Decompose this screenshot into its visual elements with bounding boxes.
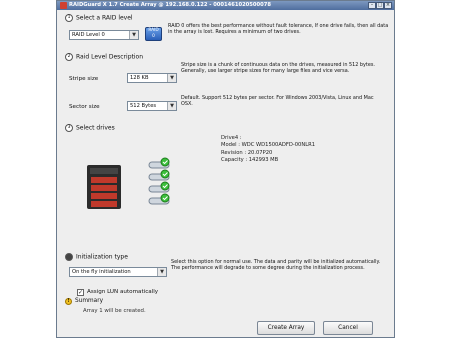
stripe-size-select[interactable]: 128 KB ▼ (127, 73, 177, 83)
minimize-button[interactable]: – (368, 2, 376, 9)
chevron-down-icon[interactable]: ▼ (167, 102, 176, 110)
assign-lun-label[interactable]: Assign LUN automatically (87, 289, 158, 295)
raid-0-icon: RAID 0 (145, 27, 162, 41)
section-raid-level-description: 2 Raid Level Description (65, 53, 143, 61)
section-title: Initialization type (76, 253, 128, 261)
drive-revision: Revision : 20.07P20 (221, 149, 273, 156)
stripe-size-label: Stripe size (69, 76, 99, 82)
sector-size-label: Sector size (69, 104, 100, 110)
drive-4-checked-icon[interactable] (148, 193, 170, 205)
window-title: RAIDGuard X 1.7 Create Array @ 192.168.0… (69, 2, 271, 8)
initialization-description: Select this option for normal use. The d… (171, 259, 381, 272)
maximize-button[interactable]: □ (376, 2, 384, 9)
drive-selection-list[interactable] (147, 156, 187, 212)
enclosure-top-panel (90, 168, 118, 174)
step-number-3: 3 (65, 124, 73, 132)
step-number-2: 2 (65, 53, 73, 61)
drive-model: Model : WDC WD1500ADFD-00NLR1 (221, 142, 316, 149)
raid-level-value: RAID Level 0 (72, 32, 105, 38)
create-array-window: RAIDGuard X 1.7 Create Array @ 192.168.0… (56, 0, 395, 338)
sector-size-select[interactable]: 512 Bytes ▼ (127, 101, 177, 111)
drive-info-panel: Drive4 : Model : WDC WD1500ADFD-00NLR1 R… (221, 135, 315, 165)
stripe-size-value: 128 KB (130, 75, 149, 81)
chevron-down-icon[interactable]: ▼ (129, 31, 138, 39)
initialization-type-value: On the fly initialization (72, 269, 131, 275)
drive-1-checked-icon[interactable] (148, 157, 170, 169)
summary-text: Array 1 will be created. (83, 308, 146, 314)
section-title: Raid Level Description (76, 53, 144, 61)
drive-capacity: Capacity : 142993 MB (221, 157, 279, 164)
sector-size-value: 512 Bytes (130, 103, 157, 109)
title-bar[interactable]: RAIDGuard X 1.7 Create Array @ 192.168.0… (57, 1, 394, 10)
sector-size-description: Default. Support 512 bytes per sector. F… (181, 95, 374, 108)
warning-icon: ! (65, 298, 72, 305)
section-select-raid-level: 1 Select a RAID level (65, 14, 133, 22)
drive-3-checked-icon[interactable] (148, 181, 170, 193)
section-initialization-type: Initialization type (65, 253, 128, 261)
chevron-down-icon[interactable]: ▼ (157, 268, 166, 276)
section-select-drives: 3 Select drives (65, 124, 115, 132)
summary-heading: Summary (75, 298, 104, 304)
drive-bay-1 (91, 177, 117, 183)
chevron-down-icon[interactable]: ▼ (167, 74, 176, 82)
drive-2-checked-icon[interactable] (148, 169, 170, 181)
drive-bay-2 (91, 185, 117, 191)
drive-name: Drive4 : (221, 135, 242, 141)
initialization-type-select[interactable]: On the fly initialization ▼ (69, 267, 167, 277)
step-number-1: 1 (65, 14, 73, 22)
create-array-button[interactable]: Create Array (257, 321, 315, 335)
app-icon (60, 2, 67, 9)
drive-bay-4 (91, 201, 117, 207)
step-bullet-icon (65, 253, 73, 261)
raid-level-description: RAID 0 offers the best performance witho… (168, 23, 389, 36)
raid-level-select[interactable]: RAID Level 0 ▼ (69, 30, 139, 40)
cancel-button[interactable]: Cancel (323, 321, 373, 335)
drive-bay-3 (91, 193, 117, 199)
section-title: Select a RAID level (76, 14, 133, 22)
assign-lun-checkbox[interactable]: ✓ (77, 289, 84, 296)
close-button[interactable]: × (384, 2, 392, 9)
section-title: Select drives (76, 124, 115, 132)
raid-badge-level: 0 (152, 34, 155, 39)
stripe-size-description: Stripe size is a chunk of continuous dat… (181, 62, 375, 75)
